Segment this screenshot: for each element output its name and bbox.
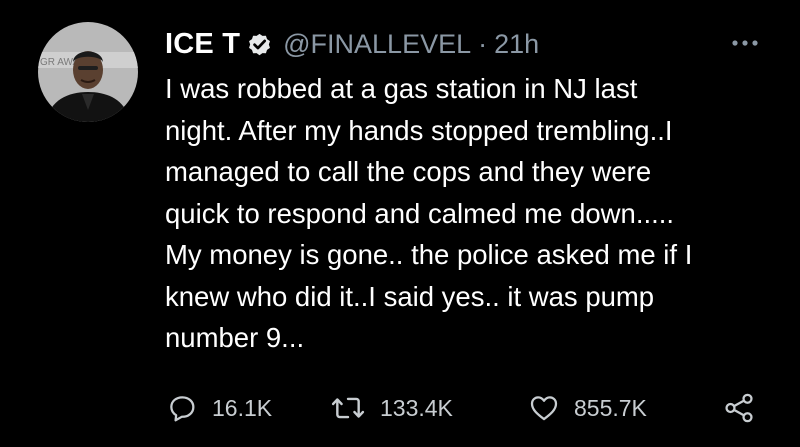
tweet-header: ICE T @FINALLEVEL · 21h [165,22,539,66]
timestamp[interactable]: 21h [494,29,539,60]
separator-dot: · [478,28,488,59]
handle[interactable]: @FINALLEVEL [283,29,471,60]
verified-badge-icon [246,31,273,58]
action-bar: 16.1K 133.4K 855.7K [0,380,800,440]
like-count: 855.7K [574,394,647,421]
retweet-icon [330,392,366,424]
reply-button[interactable]: 16.1K [166,390,272,426]
reply-count: 16.1K [212,394,273,421]
like-button[interactable]: 855.7K [528,390,647,426]
retweet-count: 133.4K [380,394,453,421]
heart-icon [528,392,560,424]
share-icon [722,391,756,425]
reply-icon [166,392,198,424]
display-name[interactable]: ICE T [165,28,240,61]
share-button[interactable] [722,390,756,426]
more-options-icon[interactable] [726,28,764,58]
avatar[interactable]: GR AWAR [38,22,138,122]
retweet-button[interactable]: 133.4K [330,390,453,426]
tweet-card[interactable]: GR AWAR ICE T @FINALLEVEL · 21h I was ro… [0,0,800,447]
tweet-text: I was robbed at a gas station in NJ last… [165,73,693,353]
